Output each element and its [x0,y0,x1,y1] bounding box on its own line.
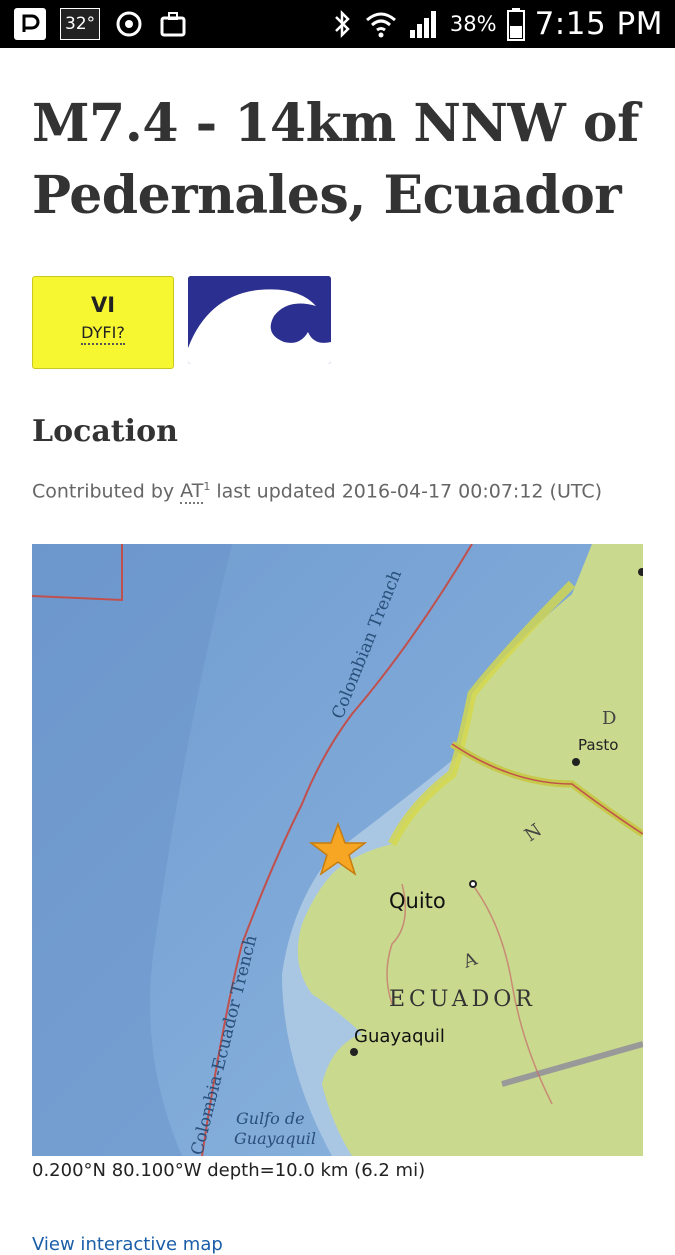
temperature-badge: 32° [60,8,101,40]
contributor-line: Contributed by AT1 last updated 2016-04-… [32,480,603,505]
updated-text: last updated 2016-04-17 00:07:12 (UTC) [216,480,603,503]
pasto-dot [572,758,580,766]
location-map[interactable]: Colombian Trench Colombia-Ecuador Trench… [32,544,643,1156]
clock: 7:15 PM [534,6,663,42]
guayaquil-label: Guayaquil [354,1026,445,1047]
status-bar: 32° 38% 7:15 PM [0,0,675,48]
map-svg: Colombian Trench Colombia-Ecuador Trench… [32,544,643,1156]
dyfi-level: VI [90,293,116,317]
photo-app-icon [14,8,46,40]
quito-label: Quito [389,889,446,913]
tsunami-wave-icon [188,276,331,364]
battery-percent: 38% [449,12,497,36]
event-title: M7.4 - 14km NNW of Pedernales, Ecuador [32,93,639,226]
briefcase-icon [160,12,186,37]
epicenter-coordinates: 0.200°N 80.100°W depth=10.0 km (6.2 mi) [32,1160,426,1181]
wifi-icon [365,12,396,38]
tsunami-badge[interactable] [188,276,331,364]
ecuador-label: ECUADOR [389,987,536,1012]
interactive-map-link[interactable]: View interactive map [32,1234,223,1255]
contrib-sup: 1 [203,480,211,493]
gulf-label-2: Guayaquil [234,1129,316,1148]
bluetooth-icon [335,9,350,39]
gulf-label: Gulfo de [236,1109,305,1128]
battery-icon [506,8,525,41]
quito-dot [469,880,477,888]
signal-icon [409,11,436,38]
sync-icon [116,11,142,37]
dyfi-badge[interactable]: VI DYFI? [32,276,174,369]
contrib-prefix: Contributed by [32,480,175,503]
contributor-link[interactable]: AT [180,480,204,505]
dyfi-label: DYFI? [81,323,125,345]
guayaquil-dot [350,1048,358,1056]
pasto-label: Pasto [578,736,618,754]
andes-label: D [602,708,616,729]
location-heading: Location [32,414,178,449]
